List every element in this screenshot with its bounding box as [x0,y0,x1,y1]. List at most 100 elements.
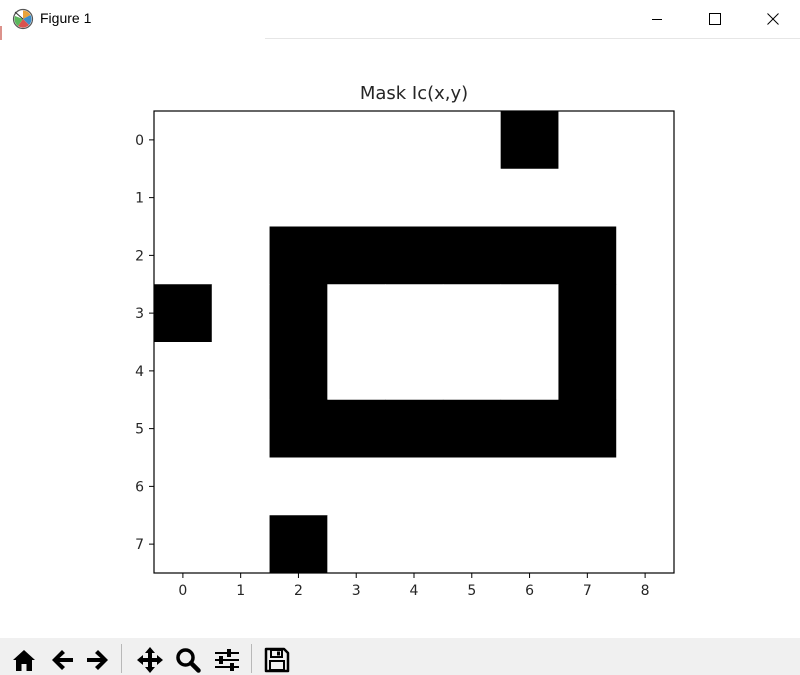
x-tick-label: 0 [178,583,187,599]
heatmap-cell [616,515,675,574]
heatmap-cell [558,226,617,285]
close-icon [767,13,779,25]
minimize-button[interactable] [628,0,686,38]
heatmap-cell [154,457,213,516]
heatmap-cell [616,342,675,401]
heatmap-cell [558,111,617,170]
heatmap-cell [154,168,213,227]
x-tick-label: 2 [294,583,303,599]
heatmap-cell [327,111,386,170]
heatmap-cell [327,399,386,458]
back-button[interactable] [47,644,77,675]
heatmap-cell [154,226,213,285]
chart-title: Mask Ic(x,y) [360,83,468,104]
configure-button[interactable] [212,644,242,675]
maximize-button[interactable] [686,0,744,38]
heatmap-cell [211,342,270,401]
heatmap-cell [500,284,559,343]
heatmap-cell [211,399,270,458]
heatmap-cell [442,342,502,401]
heatmap-cell [327,457,386,516]
heatmap-cell [385,226,444,285]
heatmap-cell [558,284,617,343]
title-bar[interactable]: Figure 1 [0,0,800,38]
heatmap-cell [442,226,502,285]
move-arrows-icon [137,646,163,673]
heatmap-cell [385,284,444,343]
heatmap-cell [442,515,502,574]
magnifier-icon [176,647,201,673]
pan-button[interactable] [135,644,165,675]
heatmap-cell [327,168,386,227]
heatmap-cell [616,111,675,170]
home-button[interactable] [9,644,39,675]
heatmap-cell [385,399,444,458]
heatmap-cell [500,399,559,458]
forward-button[interactable] [83,644,113,675]
x-tick-label: 1 [236,583,245,599]
heatmap-cell [327,342,386,401]
heatmap-cell [500,111,559,170]
heatmap-cell [211,515,270,574]
navigation-toolbar [0,638,800,675]
x-tick-label: 3 [352,583,361,599]
home-icon [13,649,35,671]
heatmap-cell [385,111,444,170]
maximize-icon [709,13,721,25]
toolbar-separator [121,644,122,673]
y-tick-label: 1 [135,191,144,207]
heatmap-cell [154,399,213,458]
y-tick-label: 5 [135,422,144,438]
heatmap-cell [616,284,675,343]
heatmap-cell [442,168,502,227]
y-tick-label: 6 [135,479,144,495]
heatmap-cell [211,226,270,285]
heatmap-cell [385,457,444,516]
heatmap-cell [211,284,270,343]
heatmap-cell [558,399,617,458]
heatmap-chart: Mask Ic(x,y) 0 1 2 3 4 5 6 7 8 0 1 2 3 4 5 6 7 [135,83,675,599]
figure-canvas[interactable]: Mask Ic(x,y) 0 1 2 3 4 5 6 7 8 0 1 2 3 4 5 6 7 [0,40,800,638]
heatmap-cell [616,399,675,458]
heatmap-cell [558,515,617,574]
heatmap-cell [500,457,559,516]
x-tick-label: 7 [583,583,592,599]
heatmap-cell [211,168,270,227]
heatmap-cell [442,111,502,170]
save-button[interactable] [262,644,292,675]
heatmap-cell [385,515,444,574]
arrow-left-icon [52,649,73,670]
heatmap-cell [558,342,617,401]
x-tick-label: 4 [410,583,419,599]
arrow-right-icon [87,649,108,670]
toolbar-separator [251,644,252,673]
y-tick-label: 4 [135,364,144,380]
heatmap-cell [154,342,213,401]
y-tick-label: 2 [135,248,144,264]
heatmap-cell [211,457,270,516]
x-tick-label: 6 [525,583,534,599]
y-tick-label: 3 [135,306,144,322]
x-tick-label: 5 [467,583,476,599]
heatmap-cell [500,226,559,285]
figure-window: Figure 1 Mask Ic(x,y) 012345678 012345 6… [0,0,800,675]
heatmap-cell [269,111,328,170]
y-axis: 0 1 2 3 4 5 6 7 [135,133,154,553]
heatmap-cell [269,457,328,516]
heatmap-cell [385,342,444,401]
heatmap-cell [211,111,270,170]
heatmap-cell [442,457,502,516]
heatmap-cell [269,515,328,574]
heatmap-cell [500,342,559,401]
heatmap-cell [154,284,213,343]
floppy-disk-icon [264,647,290,672]
heatmap-cell [327,226,386,285]
heatmap-cell [154,515,213,574]
close-button[interactable] [744,0,800,38]
heatmap-cell [385,168,444,227]
zoom-button[interactable] [173,644,203,675]
heatmap-cell [269,342,328,401]
heatmap-cell [269,284,328,343]
heatmap-cell [269,399,328,458]
window-title: Figure 1 [40,10,92,26]
